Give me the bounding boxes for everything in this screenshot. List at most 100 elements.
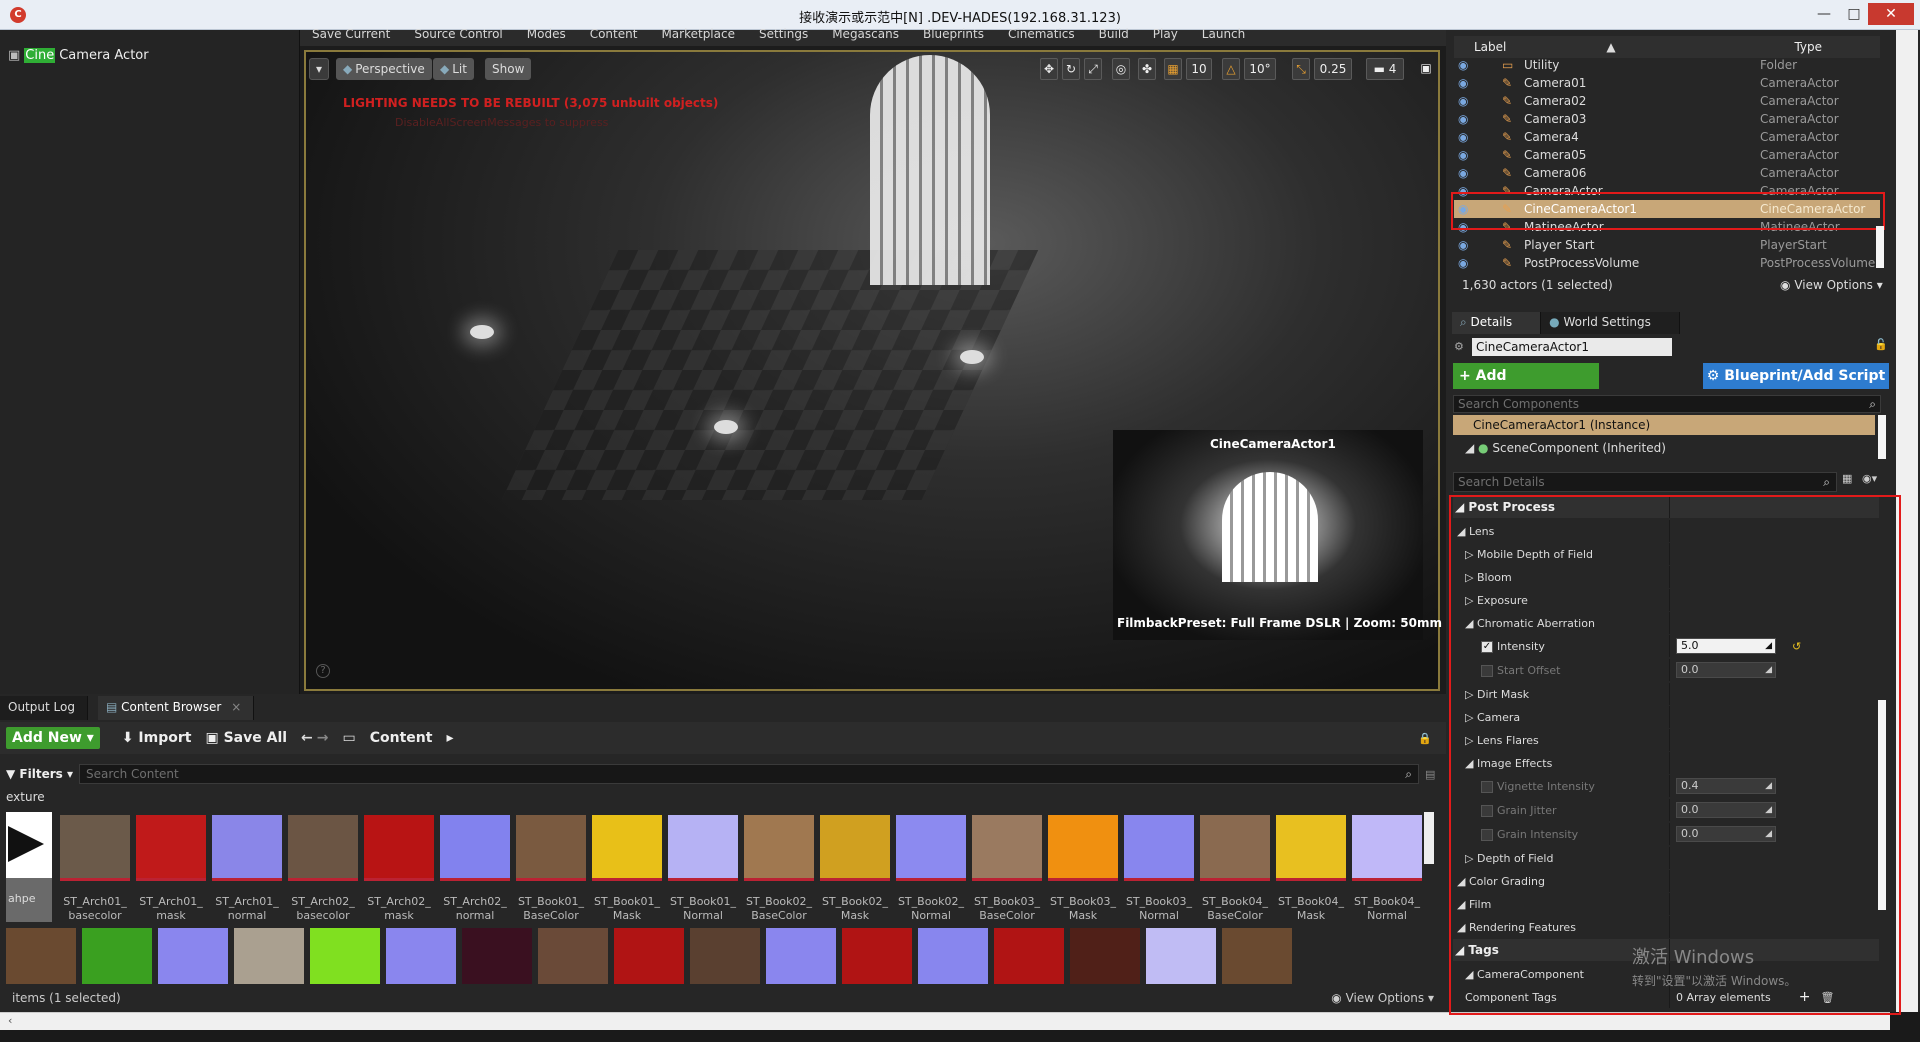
asset-tile[interactable]: ST_Arch02_ mask [364, 815, 434, 945]
asset-tile[interactable] [82, 928, 152, 984]
lock-icon[interactable]: 🔒 [1418, 732, 1432, 745]
view-options-button[interactable]: ◉ View Options ▾ [1331, 991, 1434, 1005]
inherited-component-row[interactable]: ◢ ● SceneComponent (Inherited) [1465, 441, 1666, 455]
scale-snap-value[interactable]: 0.25 [1314, 58, 1352, 80]
asset-tile[interactable] [310, 928, 380, 984]
rotation-snap-icon[interactable]: △ [1222, 58, 1240, 80]
viewport-options-button[interactable]: ▾ [309, 58, 329, 80]
show-button[interactable]: Show [485, 58, 532, 80]
eye-icon[interactable]: ◉ [1458, 58, 1472, 72]
eye-icon[interactable]: ◉ [1458, 148, 1472, 162]
scroll-left-icon[interactable]: ‹ [8, 1014, 12, 1027]
asset-tile[interactable]: ahpe [6, 812, 52, 922]
visibility-options-icon[interactable]: ◉▾ [1862, 472, 1877, 485]
grid-snap-value[interactable]: 10 [1186, 58, 1212, 80]
eye-icon[interactable]: ◉ [1458, 238, 1472, 252]
asset-tile[interactable] [994, 928, 1064, 984]
asset-tile[interactable] [614, 928, 684, 984]
outliner-row[interactable]: ◉ ✎ Camera06 CameraActor [1454, 164, 1880, 182]
tab-world-settings[interactable]: ● World Settings [1541, 312, 1680, 334]
outliner-row[interactable]: ◉ ✎ Camera03 CameraActor [1454, 110, 1880, 128]
import-button[interactable]: ⬇ Import [122, 730, 192, 746]
outliner-row[interactable]: ◉ ✎ Player Start PlayerStart [1454, 236, 1880, 254]
eye-icon[interactable]: ◉ [1458, 166, 1472, 180]
cine-camera-actor-item[interactable]: ▣ Cine Camera Actor [8, 46, 149, 64]
menu-item[interactable]: Content [578, 28, 650, 46]
asset-tile[interactable] [690, 928, 760, 984]
tab-details[interactable]: ⌕ Details [1452, 312, 1542, 334]
scale-snap-icon[interactable]: ⤡ [1292, 58, 1310, 80]
outliner-row[interactable]: ◉ ✎ Camera05 CameraActor [1454, 146, 1880, 164]
property-matrix-icon[interactable]: ▦ [1842, 472, 1852, 485]
perspective-button[interactable]: ◆ Perspective [336, 58, 432, 80]
eye-icon[interactable]: ◉ [1458, 94, 1472, 108]
search-content-input[interactable]: Search Content ⌕ [78, 764, 1419, 784]
outliner-row[interactable]: ◉ ✎ Camera01 CameraActor [1454, 74, 1880, 92]
add-component-button[interactable]: + Add Component ▾ [1453, 363, 1599, 410]
asset-tile[interactable] [842, 928, 912, 984]
menu-item[interactable]: Settings [747, 28, 820, 46]
asset-tile[interactable]: ST_Book01_ Normal [668, 815, 738, 945]
tab-output-log[interactable]: Output Log [0, 696, 88, 720]
asset-tile[interactable]: ST_Arch01_ mask [136, 815, 206, 945]
actor-name-field[interactable]: CineCameraActor1 [1472, 338, 1672, 356]
translate-icon[interactable]: ✥ [1040, 58, 1058, 80]
eye-icon[interactable]: ◉ [1458, 76, 1472, 90]
asset-tile[interactable]: ST_Book02_ Normal [896, 815, 966, 945]
lock-icon[interactable]: 🔓 [1874, 338, 1888, 351]
close-button[interactable]: ✕ [1868, 3, 1914, 25]
save-search-icon[interactable]: ▤ [1425, 768, 1435, 781]
blueprint-add-script-button[interactable]: ⚙ Blueprint/Add Script [1703, 363, 1889, 389]
asset-tile[interactable]: ST_Arch02_ basecolor [288, 815, 358, 945]
outliner-row[interactable]: ◉ ✎ Camera4 CameraActor [1454, 128, 1880, 146]
outliner-scrollbar[interactable] [1876, 226, 1884, 268]
asset-tile[interactable]: ST_Arch01_ normal [212, 815, 282, 945]
asset-tile[interactable]: ST_Book04_ Normal [1352, 815, 1422, 945]
asset-tile[interactable]: ST_Book03_ Normal [1124, 815, 1194, 945]
asset-tile[interactable] [462, 928, 532, 984]
menu-item[interactable]: Blueprints [911, 28, 996, 46]
asset-tile[interactable]: ST_Book04_ BaseColor [1200, 815, 1270, 945]
chevron-right-icon[interactable]: ▸ [446, 730, 453, 746]
asset-tile[interactable] [1222, 928, 1292, 984]
surface-snap-icon[interactable]: ✤ [1138, 58, 1156, 80]
outliner-row[interactable]: ◉ ✎ PostProcessVolume PostProcessVolume [1454, 254, 1880, 272]
asset-tile[interactable] [766, 928, 836, 984]
outliner-row[interactable]: ◉ ▭ Utility Folder [1454, 56, 1880, 74]
asset-tile[interactable] [386, 928, 456, 984]
menu-item[interactable]: Launch [1190, 28, 1257, 46]
asset-tile[interactable]: ST_Book01_ Mask [592, 815, 662, 945]
menu-item[interactable]: Source Control [402, 28, 514, 46]
grid-snap-icon[interactable]: ▦ [1164, 58, 1182, 80]
maximize-button[interactable]: □ [1840, 3, 1868, 25]
asset-tile[interactable] [538, 928, 608, 984]
eye-icon[interactable]: ◉ [1458, 256, 1472, 270]
forward-icon[interactable]: → [317, 730, 329, 746]
outliner-view-options[interactable]: ◉ View Options ▾ [1780, 278, 1883, 292]
menu-item[interactable]: Play [1141, 28, 1190, 46]
asset-tile[interactable]: ST_Book04_ Mask [1276, 815, 1346, 945]
menu-item[interactable]: Cinematics [996, 28, 1087, 46]
menu-item[interactable]: Marketplace [649, 28, 747, 46]
save-all-button[interactable]: ▣ Save All [205, 730, 287, 746]
add-new-button[interactable]: Add New ▾ [6, 727, 100, 749]
close-tab-icon[interactable]: × [231, 700, 241, 714]
asset-tile[interactable] [6, 928, 76, 984]
minimize-button[interactable]: — [1810, 3, 1838, 25]
tab-content-browser[interactable]: ▤ Content Browser × [97, 696, 255, 720]
help-icon[interactable]: ? [316, 664, 330, 678]
asset-tile[interactable] [1070, 928, 1140, 984]
eye-icon[interactable]: ◉ [1458, 112, 1472, 126]
asset-tile[interactable] [158, 928, 228, 984]
asset-tile[interactable]: ST_Book02_ Mask [820, 815, 890, 945]
content-path[interactable]: Content [370, 730, 433, 746]
maximize-viewport-icon[interactable]: ▣ [1418, 58, 1434, 80]
asset-tile[interactable] [918, 928, 988, 984]
asset-tile[interactable]: ST_Book02_ BaseColor [744, 815, 814, 945]
search-details-input[interactable]: Search Details ⌕ [1453, 472, 1837, 492]
content-scrollbar[interactable] [1424, 812, 1434, 864]
back-icon[interactable]: ← [301, 730, 313, 746]
asset-tile[interactable]: ST_Book03_ Mask [1048, 815, 1118, 945]
details-scrollbar[interactable] [1878, 700, 1886, 910]
scale-icon[interactable]: ⤢ [1084, 58, 1102, 80]
